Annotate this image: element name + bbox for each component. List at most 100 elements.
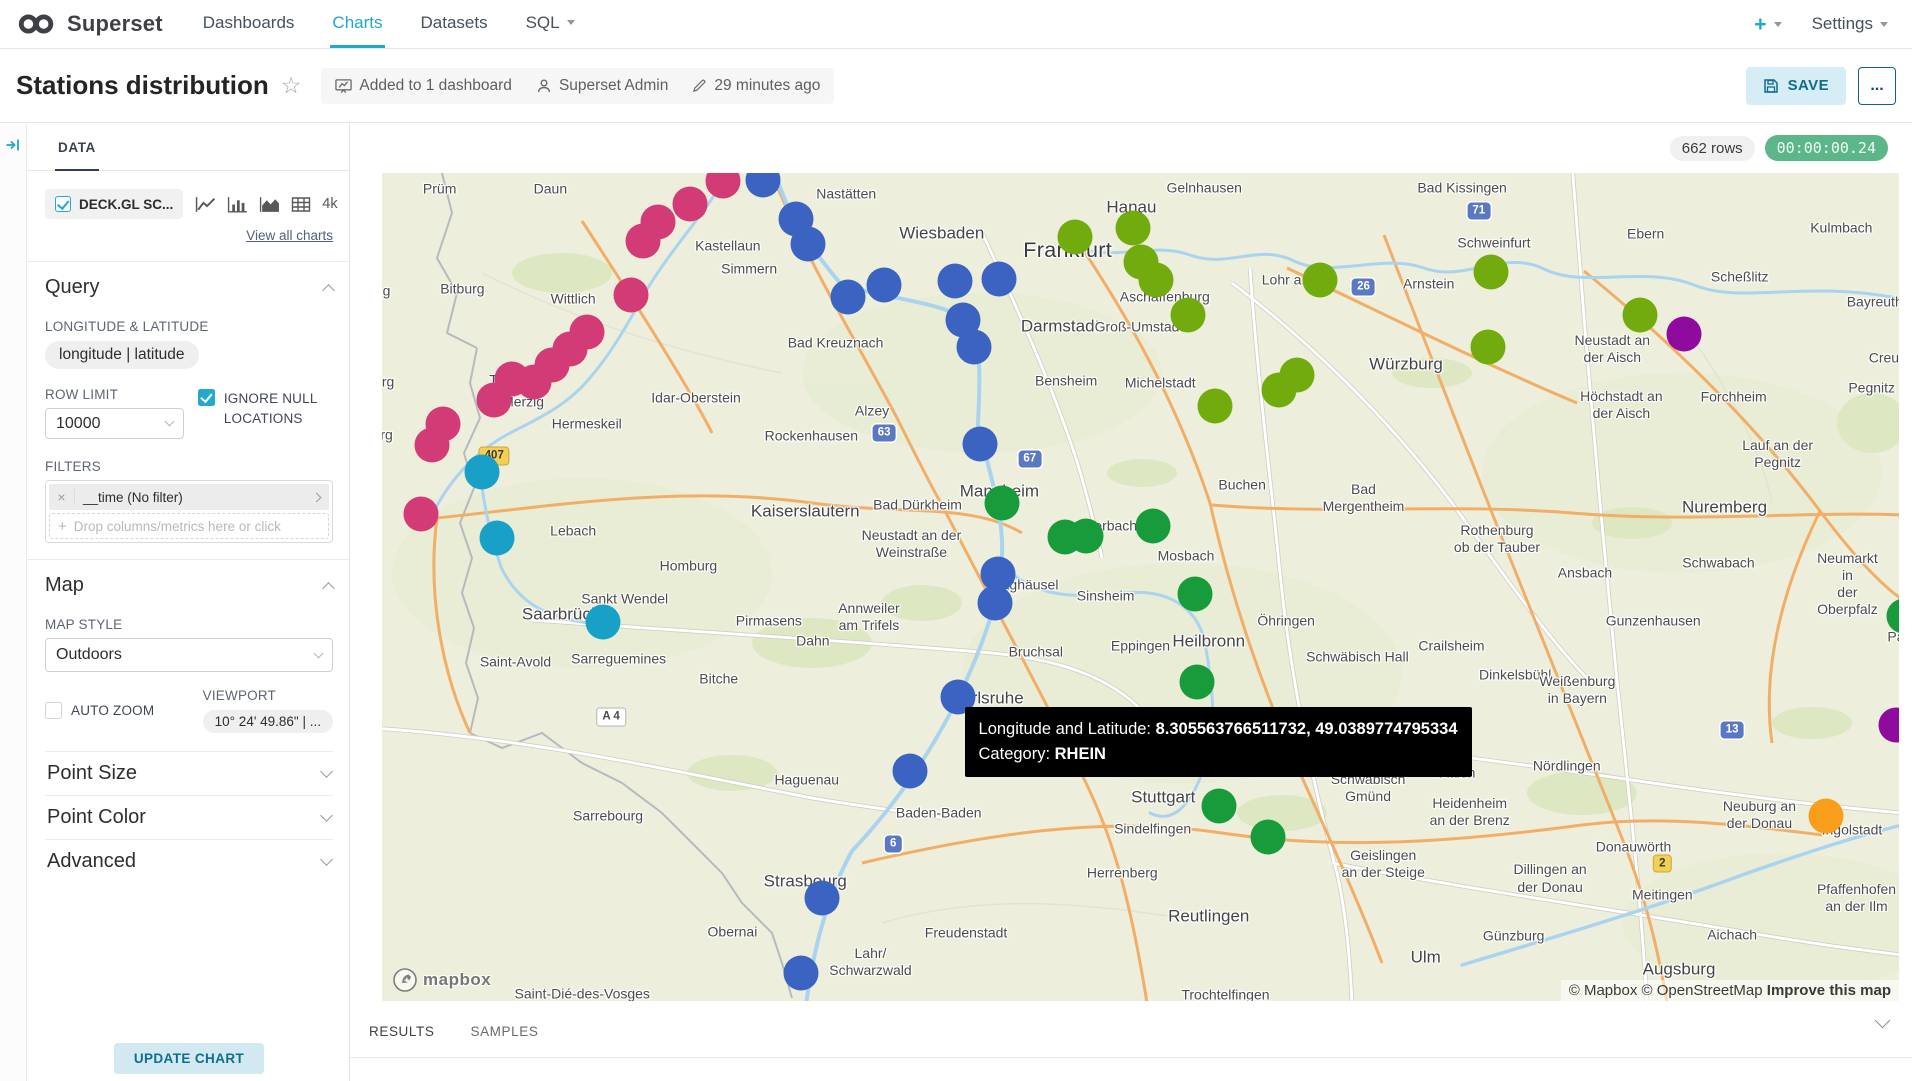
mapbox-logo[interactable]: mapbox (392, 967, 491, 993)
section-query[interactable]: Query (45, 276, 333, 299)
settings-label: Settings (1812, 14, 1873, 34)
bar-chart-icon[interactable] (227, 196, 248, 213)
settings-menu[interactable]: Settings (1812, 14, 1888, 34)
chevron-up-icon (322, 284, 335, 297)
area-chart-icon[interactable] (259, 196, 280, 213)
map-data-point[interactable] (956, 329, 991, 364)
map-data-point[interactable] (1197, 389, 1232, 424)
chevron-down-icon (320, 853, 333, 866)
map-data-point[interactable] (1279, 358, 1314, 393)
auto-zoom-checkbox[interactable] (45, 702, 62, 719)
4k-icon[interactable]: 4k (322, 196, 337, 212)
map-data-point[interactable] (1666, 317, 1701, 352)
row-limit-select[interactable]: 10000 (45, 408, 184, 439)
map-data-point[interactable] (804, 880, 839, 915)
map-data-point[interactable] (1170, 297, 1205, 332)
map-data-point[interactable] (1302, 262, 1337, 297)
superset-logo[interactable]: Superset (0, 0, 177, 48)
map-data-point[interactable] (1178, 576, 1213, 611)
map-data-point[interactable] (1068, 518, 1103, 553)
map-data-point[interactable] (1622, 298, 1657, 333)
ignore-null-checkbox[interactable] (198, 389, 215, 406)
chart-meta: Added to 1 dashboard Superset Admin 29 m… (321, 68, 834, 104)
viz-type-deckgl-scatter[interactable]: DECK.GL SC... (45, 189, 183, 219)
filter-drop-zone[interactable]: + Drop columns/metrics here or click (49, 513, 329, 539)
improve-map-link[interactable]: Improve this map (1767, 982, 1891, 999)
nav-item-dashboards[interactable]: Dashboards (201, 0, 297, 48)
map-data-point[interactable] (892, 753, 927, 788)
map-data-point[interactable] (1202, 789, 1237, 824)
map-data-point[interactable] (480, 521, 515, 556)
map-data-point[interactable] (938, 264, 973, 299)
auto-zoom-label: AUTO ZOOM (71, 701, 154, 721)
tab-results[interactable]: RESULTS (369, 1024, 434, 1039)
map-data-point[interactable] (867, 267, 902, 302)
collapse-results-button[interactable] (1877, 1015, 1888, 1035)
map-data-point[interactable] (1809, 799, 1844, 834)
map-data-point[interactable] (1135, 508, 1170, 543)
map-tooltip: Longitude and Latitude: 8.30556376651173… (965, 707, 1472, 777)
map-data-point[interactable] (1058, 219, 1093, 254)
last-modified[interactable]: 29 minutes ago (692, 77, 820, 95)
section-advanced[interactable]: Advanced (45, 839, 333, 883)
map-data-point[interactable] (625, 223, 660, 258)
map-data-point[interactable] (977, 585, 1012, 620)
lonlat-value-pill[interactable]: longitude | latitude (45, 341, 199, 369)
table-chart-icon[interactable] (291, 196, 311, 213)
update-chart-button[interactable]: UPDATE CHART (114, 1043, 264, 1074)
view-all-charts-link[interactable]: View all charts (246, 228, 333, 243)
map-data-point[interactable] (613, 277, 648, 312)
chevron-down-icon (567, 20, 575, 25)
map-data-point[interactable] (477, 382, 512, 417)
map-data-point[interactable] (672, 186, 707, 221)
remove-filter-icon[interactable]: × (49, 489, 75, 505)
map-data-point[interactable] (465, 454, 500, 489)
dashboards-count[interactable]: Added to 1 dashboard (335, 77, 512, 95)
favorite-star-icon[interactable]: ☆ (281, 72, 302, 99)
map-data-point[interactable] (830, 280, 865, 315)
map-data-point[interactable] (982, 261, 1017, 296)
superset-app: Superset Dashboards Charts Datasets SQL + S… (0, 0, 1912, 1081)
map-data-point[interactable] (1115, 211, 1150, 246)
nav-item-datasets[interactable]: Datasets (419, 0, 490, 48)
map-data-point[interactable] (962, 426, 997, 461)
map-data-point[interactable] (1473, 255, 1508, 290)
map-data-point[interactable] (1250, 820, 1285, 855)
navbar: Superset Dashboards Charts Datasets SQL + S… (0, 0, 1912, 49)
deckgl-map-canvas[interactable]: PrümDaunNastättenGelnhausenBad Kissingen… (382, 173, 1899, 1001)
more-options-button[interactable]: ... (1858, 67, 1896, 105)
map-data-point[interactable] (586, 604, 621, 639)
tab-samples[interactable]: SAMPLES (470, 1024, 538, 1039)
map-data-point[interactable] (791, 227, 826, 262)
mapbox-attribution-link[interactable]: © Mapbox (1569, 982, 1638, 999)
chart-owner[interactable]: Superset Admin (536, 77, 668, 95)
viewport-value-pill[interactable]: 10° 24' 49.86" | ... (203, 710, 333, 733)
map-data-point[interactable] (404, 497, 439, 532)
map-style-select[interactable]: Outdoors (45, 638, 333, 672)
map-data-point[interactable] (985, 485, 1020, 520)
save-button[interactable]: SAVE (1746, 67, 1846, 105)
section-map[interactable]: Map (45, 574, 333, 597)
map-data-point[interactable] (1138, 262, 1173, 297)
map-basemap (382, 173, 1899, 1001)
map-data-point[interactable] (1179, 665, 1214, 700)
section-point-size[interactable]: Point Size (45, 751, 333, 795)
mapbox-logo-icon (392, 967, 418, 993)
map-data-point[interactable] (783, 955, 818, 990)
map-data-point[interactable] (1470, 329, 1505, 364)
map-data-point[interactable] (415, 427, 450, 462)
user-icon (536, 78, 552, 94)
collapse-panel-rail[interactable] (0, 123, 27, 1081)
tab-data[interactable]: DATA (55, 123, 99, 171)
panel-tabs: DATA (27, 123, 349, 171)
section-point-color[interactable]: Point Color (45, 795, 333, 839)
filter-chip-time[interactable]: × __time (No filter) (49, 484, 329, 510)
osm-attribution-link[interactable]: © OpenStreetMap (1642, 982, 1763, 999)
line-chart-icon[interactable] (195, 196, 216, 213)
road-shield: 71 (1467, 203, 1490, 220)
new-item-dropdown[interactable]: + (1754, 14, 1781, 35)
nav-item-charts[interactable]: Charts (330, 0, 384, 48)
expand-panel-icon[interactable] (5, 137, 21, 153)
nav-item-sql[interactable]: SQL (524, 0, 577, 48)
chevron-down-icon (1774, 22, 1782, 27)
